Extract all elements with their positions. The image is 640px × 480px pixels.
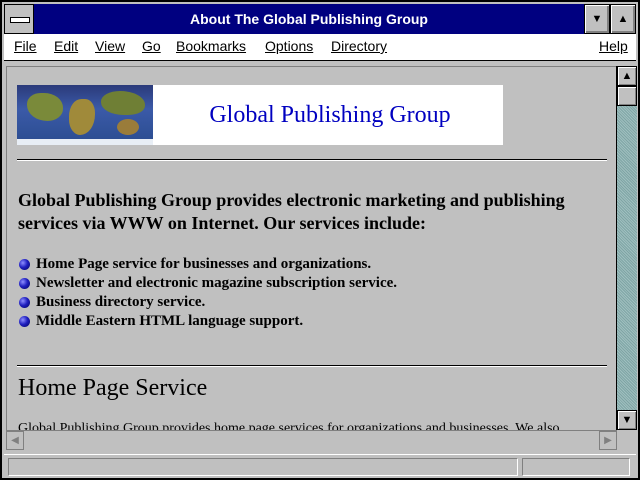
scroll-thumb[interactable] [617, 86, 637, 106]
menu-options-label: Options [265, 38, 314, 54]
menu-bookmarks[interactable]: Bookmarks [176, 38, 246, 54]
menu-go[interactable]: Go [142, 38, 161, 54]
service-label: Middle Eastern HTML language support. [36, 313, 304, 329]
menu-go-label: Go [142, 38, 161, 54]
browser-window: About The Global Publishing Group ▼ ▲ Fi… [0, 0, 640, 480]
list-item: Middle Eastern HTML language support. [17, 312, 607, 331]
menu-options[interactable]: Options [265, 38, 313, 54]
service-label: Home Page service for businesses and org… [36, 256, 372, 272]
list-item: Business directory service. [17, 293, 607, 312]
menu-bar: File Edit View Go Bookmarks Options Dire… [4, 34, 636, 61]
minimize-icon[interactable]: ▼ [584, 4, 610, 34]
menu-file-label: File [14, 38, 37, 54]
divider [17, 365, 607, 367]
blue-ball-bullet-icon [19, 259, 30, 270]
blue-ball-bullet-icon [19, 316, 30, 327]
section-heading: Home Page Service [18, 375, 208, 401]
title-bar[interactable]: About The Global Publishing Group ▼ ▲ [4, 4, 636, 34]
window-title: About The Global Publishing Group [190, 11, 428, 27]
status-bar [4, 454, 636, 478]
menu-directory-label: Directory [331, 38, 388, 54]
arrow-up-icon[interactable]: ▲ [617, 66, 637, 86]
vertical-scrollbar[interactable]: ▲ ▼ [616, 66, 637, 430]
list-item: Home Page service for businesses and org… [17, 255, 607, 274]
intro-text: Global Publishing Group provides electro… [18, 190, 565, 233]
services-list: Home Page service for businesses and org… [17, 255, 607, 331]
maximize-icon[interactable]: ▲ [610, 4, 636, 34]
list-item: Newsletter and electronic magazine subsc… [17, 274, 607, 293]
page-viewport: Global Publishing Group Global Publishin… [6, 66, 617, 431]
divider [17, 159, 607, 161]
arrow-left-icon[interactable]: ◀ [6, 431, 24, 450]
menu-directory[interactable]: Directory [331, 38, 387, 54]
menu-help[interactable]: Help [599, 38, 628, 54]
menu-edit-label: Edit [54, 38, 79, 54]
menu-help-label: Help [599, 38, 628, 54]
menu-bookmarks-label: Bookmarks [176, 38, 247, 54]
blue-ball-bullet-icon [19, 278, 30, 289]
service-label: Newsletter and electronic magazine subsc… [36, 275, 398, 291]
arrow-right-icon[interactable]: ▶ [599, 431, 617, 450]
menu-edit[interactable]: Edit [54, 38, 78, 54]
world-map-image [17, 85, 153, 145]
system-menu-icon[interactable] [4, 4, 34, 34]
banner: Global Publishing Group [17, 85, 503, 145]
menu-file[interactable]: File [14, 38, 37, 54]
horizontal-scrollbar[interactable]: ◀ ▶ [6, 430, 617, 451]
service-label: Business directory service. [36, 294, 206, 310]
menu-view-label: View [95, 38, 126, 54]
menu-view[interactable]: View [95, 38, 125, 54]
status-text [8, 458, 518, 476]
banner-title: Global Publishing Group [209, 102, 451, 128]
blue-ball-bullet-icon [19, 297, 30, 308]
arrow-down-icon[interactable]: ▼ [617, 410, 637, 430]
progress-indicator [522, 458, 630, 476]
